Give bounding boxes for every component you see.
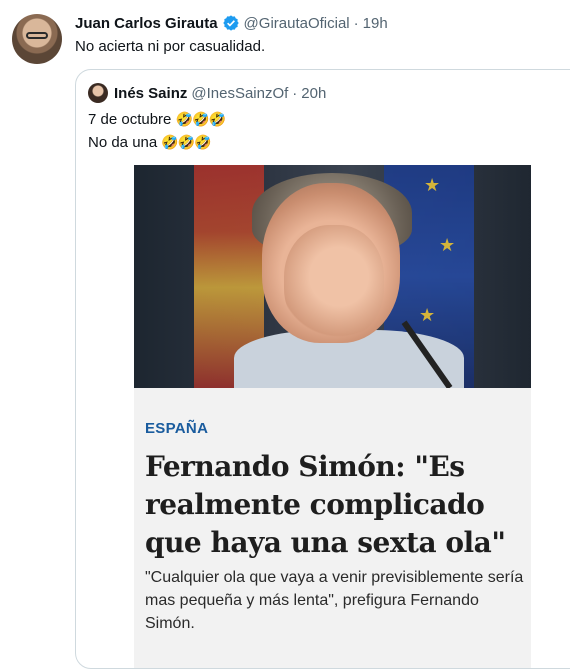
- article-photo[interactable]: ★ ★ ★: [134, 165, 531, 388]
- laughing-emoji-icon: 🤣🤣🤣: [161, 134, 211, 150]
- quoted-line-1: 7 de octubre 🤣🤣🤣: [88, 108, 226, 131]
- quoted-tweet[interactable]: Inés Sainz @InesSainzOf · 20h 7 de octub…: [75, 69, 570, 669]
- separator-dot: ·: [292, 84, 298, 102]
- tweet-header: Juan Carlos Girauta @GirautaOficial · 19…: [75, 14, 388, 32]
- author-name[interactable]: Juan Carlos Girauta: [75, 15, 218, 32]
- quoted-header: Inés Sainz @InesSainzOf · 20h: [88, 83, 326, 103]
- quoted-line-2: No da una 🤣🤣🤣: [88, 131, 225, 154]
- article-section: ESPAÑA: [145, 420, 209, 437]
- avatar-glasses: [26, 32, 48, 39]
- tweet-time[interactable]: 19h: [363, 15, 388, 32]
- tweet-text: No acierta ni por casualidad.: [75, 38, 266, 55]
- author-avatar[interactable]: [12, 14, 62, 64]
- quoted-line-1-text: 7 de octubre: [88, 111, 172, 128]
- quoted-author-name: Inés Sainz: [114, 84, 188, 102]
- quoted-text: 7 de octubre 🤣🤣🤣 No da una 🤣🤣🤣: [88, 108, 226, 154]
- article-subhead: "Cualquier ola que vaya a venir previsib…: [145, 569, 524, 632]
- person-face: [284, 225, 384, 340]
- laughing-emoji-icon: 🤣🤣🤣: [175, 111, 226, 127]
- quoted-time: 20h: [301, 84, 327, 102]
- quoted-line-2-text: No da una: [88, 134, 158, 151]
- quoted-avatar: [88, 83, 108, 103]
- verified-badge-icon: [222, 15, 239, 31]
- separator-dot: ·: [353, 14, 359, 32]
- author-handle[interactable]: @GirautaOficial: [244, 15, 350, 32]
- article-card[interactable]: ESPAÑA Fernando Simón: "Es realmente com…: [134, 388, 531, 668]
- article-headline: Fernando Simón: "Es realmente complicado…: [145, 450, 506, 559]
- quoted-author-handle: @InesSainzOf: [191, 84, 289, 102]
